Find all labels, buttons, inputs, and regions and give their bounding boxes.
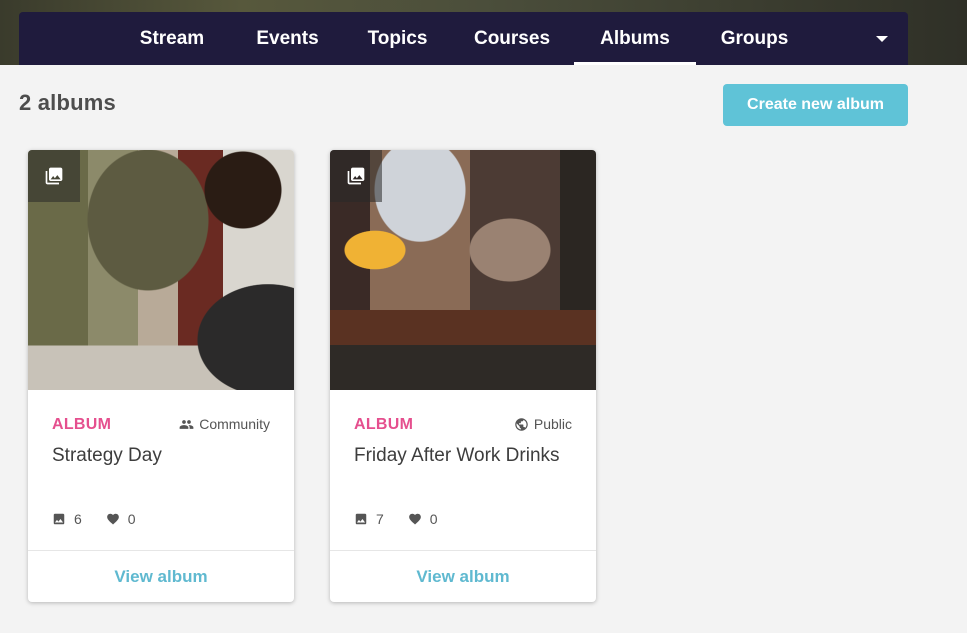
album-type-label: ALBUM [354,416,414,433]
like-count-value: 0 [127,511,136,527]
view-album-link[interactable]: View album [330,551,596,602]
photo-library-icon [44,166,64,186]
tab-events[interactable]: Events [240,12,335,65]
album-title[interactable]: Strategy Day [52,444,272,468]
people-icon [179,417,194,432]
visibility-label: Public [533,416,572,432]
photo-library-icon [346,166,366,186]
album-title[interactable]: Friday After Work Drinks [354,444,574,468]
tab-groups[interactable]: Groups [707,12,802,65]
photo-count-value: 7 [376,511,384,527]
page-title: 2 albums [19,90,116,115]
album-card: ALBUM Community Strategy Day 6 0 View al… [28,150,294,602]
album-stats: 6 0 [52,511,160,527]
like-count: 0 [106,511,136,527]
tab-albums[interactable]: Albums [574,12,696,65]
main-nav: Stream Events Topics Courses Albums Grou… [19,12,908,65]
globe-icon [514,417,529,432]
chevron-down-icon [876,36,888,42]
album-card: ALBUM Public Friday After Work Drinks 7 … [330,150,596,602]
tab-courses[interactable]: Courses [462,12,562,65]
visibility-label: Community [199,416,270,432]
album-badge [330,150,382,202]
album-type-label: ALBUM [52,416,112,433]
heart-icon[interactable] [408,512,422,526]
image-icon [354,512,368,526]
image-icon [52,512,66,526]
photo-count: 7 [354,511,384,527]
tab-topics[interactable]: Topics [350,12,445,65]
visibility-indicator: Community [179,416,270,432]
nav-more-button[interactable] [869,26,895,52]
visibility-indicator: Public [514,416,572,432]
photo-count: 6 [52,511,82,527]
album-stats: 7 0 [354,511,462,527]
create-album-button[interactable]: Create new album [723,84,908,126]
album-cover-image[interactable] [330,150,596,390]
album-badge [28,150,80,202]
like-count: 0 [408,511,438,527]
heart-icon[interactable] [106,512,120,526]
album-cover-image[interactable] [28,150,294,390]
view-album-link[interactable]: View album [28,551,294,602]
like-count-value: 0 [429,511,438,527]
tab-stream[interactable]: Stream [122,12,222,65]
photo-count-value: 6 [74,511,82,527]
